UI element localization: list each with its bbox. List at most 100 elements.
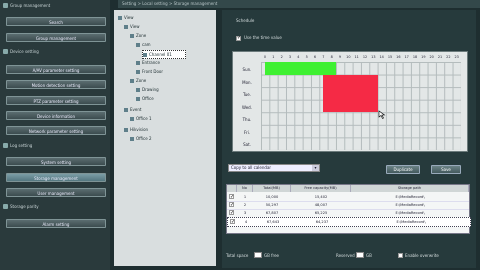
row-path: E:\MediaRecord\: [395, 203, 425, 207]
hour-label: 23: [454, 55, 459, 59]
day-label-mon: Mon.: [242, 79, 252, 85]
folder-icon: [124, 25, 128, 29]
nav-search-button[interactable]: Search: [6, 17, 106, 26]
day-label-wed: Wed.: [242, 104, 252, 110]
hour-label: 19: [421, 55, 426, 59]
nav-av-parameter-button[interactable]: A/AV parameter setting: [6, 65, 106, 74]
left-navigation: Group management Search Group management…: [0, 0, 110, 270]
tree-node-zone-2[interactable]: Zone: [130, 77, 146, 84]
row-total: 50,297: [265, 203, 279, 207]
enable-schedule-checkbox[interactable]: [236, 35, 241, 41]
folder-icon: [130, 34, 134, 38]
folder-icon: [124, 108, 128, 112]
tree-node-view[interactable]: View: [124, 23, 140, 30]
nav-ptz-parameter-button[interactable]: PTZ parameter setting: [6, 96, 106, 105]
section-local-setting[interactable]: Log setting: [2, 142, 32, 149]
day-label-tue: Tue.: [242, 92, 252, 98]
row-no: 2: [243, 203, 247, 207]
hour-label: 14: [379, 55, 384, 59]
row-path: E:\MediaRecord\: [395, 211, 425, 215]
reserved-label: Reserved: [336, 253, 355, 258]
table-header-free: Free capacity(MB): [291, 185, 351, 192]
schedule-grid[interactable]: [261, 62, 461, 150]
row-total: 67,643: [266, 220, 280, 224]
section-group-management[interactable]: Group management: [2, 2, 50, 9]
schedule-grid-panel: 0 1 2 3 4 5 6 7 8 9 10 11 12 13 14 15 16…: [232, 51, 468, 152]
folder-icon: [124, 128, 128, 132]
hour-label: 11: [354, 55, 359, 59]
hour-label: 10: [346, 55, 351, 59]
row-checkbox[interactable]: [229, 193, 234, 201]
camera-icon: [136, 88, 140, 92]
hour-label: 20: [429, 55, 434, 59]
tree-node-front-door[interactable]: Front Door: [136, 68, 163, 75]
nav-group-management-button[interactable]: Group management: [6, 33, 106, 42]
hour-label: 17: [404, 55, 409, 59]
camera-icon: [130, 137, 134, 141]
table-header-check: [227, 185, 237, 192]
hour-label: 7: [322, 55, 325, 59]
hour-label: 16: [396, 55, 401, 59]
hour-label: 6: [313, 55, 317, 59]
save-button[interactable]: Save: [431, 165, 461, 174]
storage-table: No Total(MB) Free capacity(MB) Storage p…: [226, 184, 471, 234]
row-total: 10,000: [265, 195, 279, 199]
reserved-input[interactable]: [356, 252, 364, 258]
tree-node-hikvision[interactable]: Hikvision: [124, 126, 148, 133]
total-space-input[interactable]: [254, 252, 262, 258]
nav-storage-management-button[interactable]: Storage management: [6, 173, 106, 182]
table-header-path: Storage path: [351, 185, 469, 192]
table-row[interactable]: 4 67,643 64,237 E:\MediaRecord\: [227, 217, 471, 227]
tree-node-channel[interactable]: Channel 01: [142, 50, 186, 59]
folder-icon: [118, 16, 122, 20]
hour-label: 2: [280, 55, 283, 59]
enable-schedule-label: Use the time value: [244, 35, 282, 40]
table-header-no: No: [237, 185, 253, 192]
duplicate-button[interactable]: Duplicate: [386, 165, 420, 174]
day-label-thu: Thu.: [242, 117, 252, 123]
tree-node-drawing[interactable]: Drawing: [136, 86, 159, 93]
tree-node-office[interactable]: Office: [136, 95, 154, 102]
hour-label: 12: [362, 55, 368, 59]
hour-label: 22: [446, 55, 451, 59]
tree-node-cam[interactable]: cam: [136, 41, 151, 48]
nav-network-parameter-button[interactable]: Network parameter setting: [6, 126, 106, 135]
row-checkbox[interactable]: [229, 209, 234, 217]
tree-node-office-2[interactable]: Office 2: [130, 135, 152, 142]
row-path: E:\MediaRecord\: [395, 195, 425, 199]
row-checkbox[interactable]: [230, 218, 235, 226]
tree-node-event[interactable]: Event: [124, 106, 141, 113]
nav-device-information-button[interactable]: Device information: [6, 111, 106, 120]
nav-motion-detection-button[interactable]: Motion detection setting: [6, 80, 106, 89]
copy-to-select[interactable]: Copy to all calendar ▾: [228, 164, 320, 172]
hour-label: 1: [272, 55, 275, 59]
tree-node-office-1[interactable]: Office 1: [130, 115, 152, 122]
row-free: 48,007: [314, 203, 328, 207]
nav-user-management-button[interactable]: User management: [6, 188, 106, 197]
section-storage-parity[interactable]: Storage parity: [2, 203, 39, 210]
camera-icon: [136, 43, 140, 47]
disk-icon: [3, 204, 8, 209]
tree-node-zone[interactable]: Zone: [130, 32, 146, 39]
nav-system-setting-button[interactable]: System setting: [6, 157, 106, 166]
camera-icon: [136, 97, 140, 101]
schedule-block-1[interactable]: [322, 74, 378, 113]
row-checkbox[interactable]: [229, 201, 234, 209]
section-device-setting[interactable]: Device setting: [2, 48, 39, 55]
day-label-fri: Fri.: [243, 129, 251, 135]
nav-alarm-setting-button[interactable]: Alarm setting: [6, 219, 106, 228]
hour-label: 8: [330, 55, 333, 59]
settings-icon: [3, 143, 8, 148]
tree-node-entrance[interactable]: Entrance: [136, 59, 160, 66]
overwrite-checkbox[interactable]: [398, 253, 403, 258]
tree-node-root[interactable]: View: [118, 14, 134, 21]
hour-label: 9: [338, 55, 342, 59]
hour-label: 18: [412, 55, 418, 59]
hour-label: 0: [263, 55, 267, 59]
schedule-block-0[interactable]: [265, 62, 336, 75]
camera-icon: [136, 70, 140, 74]
row-total: 67,807: [265, 211, 279, 215]
day-label-sun: Sun.: [242, 67, 252, 72]
hour-label: 13: [371, 55, 376, 59]
hour-label: 21: [437, 55, 443, 59]
